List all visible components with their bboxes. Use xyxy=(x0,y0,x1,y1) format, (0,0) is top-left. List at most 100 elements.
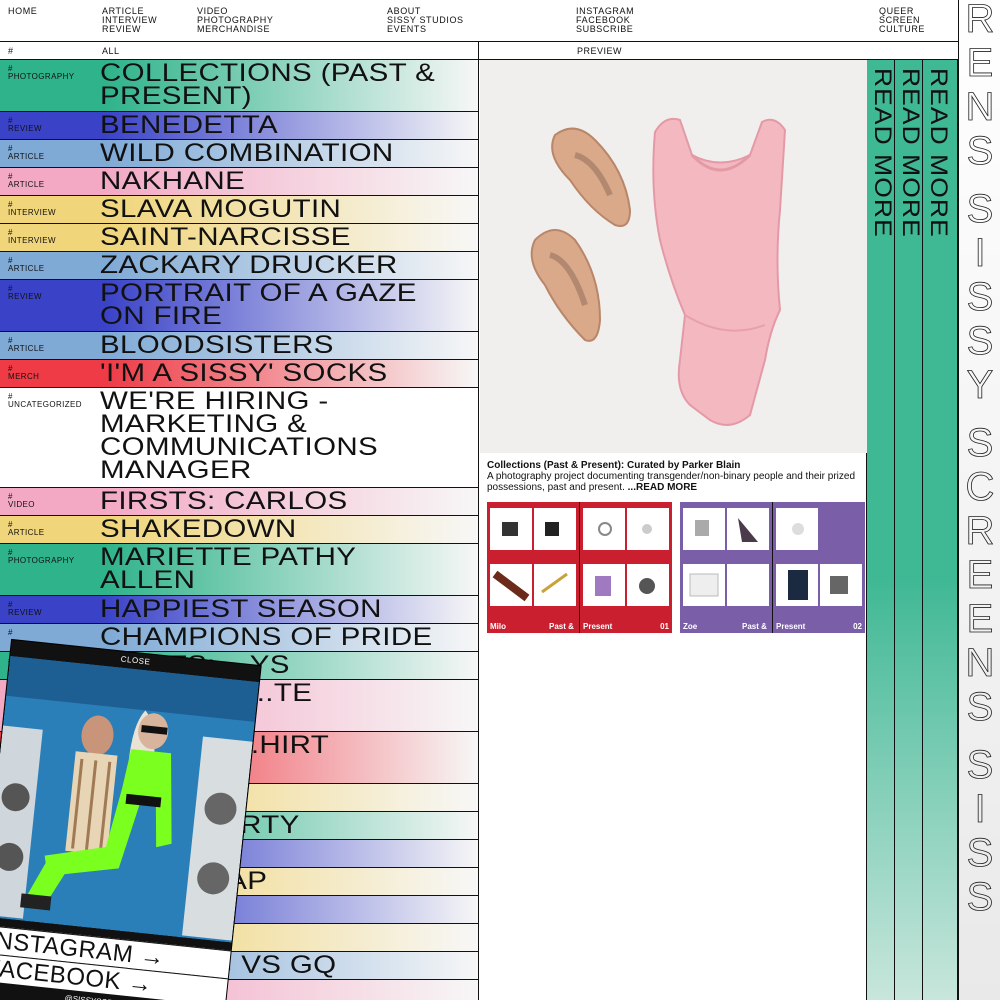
zine-milo-footer: Milo Past & Present 01 xyxy=(487,621,672,633)
strip-letter: Y xyxy=(967,363,994,407)
list-item[interactable]: # Photography Collections (Past & Present) xyxy=(0,60,478,112)
list-item[interactable]: # Article Wild Combination xyxy=(0,140,478,168)
nav-col-home: Home xyxy=(8,7,37,16)
category-label: Video xyxy=(8,500,35,509)
list-item[interactable]: # Interview Slava Mogutin xyxy=(0,196,478,224)
list-item-title: Bloodsisters xyxy=(100,332,334,359)
social-popup: CLOSE Instagram → Facebook → @SISSYSCR xyxy=(0,640,261,1000)
strip-letter: E xyxy=(967,41,994,85)
list-item-category: # Review xyxy=(8,601,42,617)
zine-zoe-name: Zoe xyxy=(683,622,698,631)
preview-label: Preview xyxy=(577,46,623,56)
nav-link-home[interactable]: Home xyxy=(8,7,37,16)
category-label: Interview xyxy=(8,208,56,217)
list-item-title: Zackary Drucker xyxy=(100,252,398,279)
nav-col-social: Instagram Facebook Subscribe xyxy=(576,7,634,34)
list-item-title: Collections (Past & Present) xyxy=(100,60,436,110)
list-item[interactable]: # Uncategorized We're Hiring - Marketing &… xyxy=(0,388,478,488)
list-item[interactable]: # Article Nakhane xyxy=(0,168,478,196)
category-label: Merch xyxy=(8,372,40,381)
list-item-category: # xyxy=(8,629,13,637)
strip-letter: S xyxy=(967,275,994,319)
list-item[interactable]: # Article Bloodsisters xyxy=(0,332,478,360)
preview-panel: Collections (Past & Present): Curated by… xyxy=(480,60,867,1000)
nav-link-merchandise[interactable]: Merchandise xyxy=(197,25,273,34)
list-item[interactable]: # Article Zackary Drucker xyxy=(0,252,478,280)
strip-letter: I xyxy=(974,787,985,831)
read-more-column-3[interactable]: Read More xyxy=(923,60,958,1000)
list-item[interactable]: # Video Firsts: Carlos xyxy=(0,488,478,516)
zine-spread-zoe-image xyxy=(683,502,862,633)
category-label: Review xyxy=(8,124,42,133)
strip-letter: S xyxy=(967,187,994,231)
zine-zoe-right: Present xyxy=(776,622,806,631)
preview-photo[interactable] xyxy=(480,60,867,453)
zine-thumbnail-milo[interactable] xyxy=(487,502,672,633)
strip-letter: S xyxy=(967,319,994,363)
nav-link-events[interactable]: Events xyxy=(387,25,464,34)
nav-col-tagline: Queer Screen Culture xyxy=(879,7,958,34)
read-more-label-3: Read More xyxy=(925,68,952,238)
list-item[interactable]: # Interview Saint-Narcisse xyxy=(0,224,478,252)
category-label: Article xyxy=(8,528,45,537)
read-more-label-2: Read More xyxy=(897,68,924,238)
nav-link-review[interactable]: Review xyxy=(102,25,157,34)
category-label: Uncategorized xyxy=(8,400,82,409)
category-label: Photography xyxy=(8,556,75,565)
list-item[interactable]: # Merch 'I'm a Sissy' Socks xyxy=(0,360,478,388)
list-item-category: # Interview xyxy=(8,201,56,217)
list-item[interactable]: # Photography Mariette Pathy Allen xyxy=(0,544,478,596)
strip-letter: R xyxy=(966,509,995,553)
filter-all[interactable]: All xyxy=(102,46,120,56)
hash-label: # xyxy=(8,46,14,56)
list-item-category: # Merch xyxy=(8,365,39,381)
list-header: # All Preview xyxy=(0,42,958,60)
list-item-category: #Article xyxy=(8,145,44,161)
preview-caption: Collections (Past & Present): Curated by… xyxy=(487,460,867,493)
list-item-category: # Interview xyxy=(8,229,56,245)
top-nav: Home Article Interview Review Video Phot… xyxy=(0,0,958,42)
list-item-category: #Article xyxy=(8,521,44,537)
list-item-title: We're Hiring - Marketing & Communication… xyxy=(100,388,379,484)
strip-letter: S xyxy=(967,875,994,919)
list-item-title: Benedetta xyxy=(100,112,279,139)
tagline-line-2: Culture xyxy=(879,24,926,34)
zine-thumbnail-zoe[interactable] xyxy=(680,502,865,633)
leotard-and-ballet-shoes-image xyxy=(480,60,867,453)
list-item[interactable]: # Review Happiest Season xyxy=(0,596,478,624)
strip-letter: N xyxy=(966,85,995,129)
list-item-category: # Uncategorized xyxy=(8,393,82,409)
list-item-category: # Video xyxy=(8,493,35,509)
strip-letter: I xyxy=(974,231,985,275)
caption-title: Collections (Past & Present): Curated by… xyxy=(487,460,741,471)
strip-letter: R xyxy=(966,0,995,41)
category-label: Article xyxy=(8,152,45,161)
category-hash: # xyxy=(8,628,13,637)
zine-milo-name: Milo xyxy=(490,622,506,631)
strip-letter: E xyxy=(967,553,994,597)
list-item-category: #Article xyxy=(8,257,44,273)
strip-letter: S xyxy=(967,421,994,465)
list-item-category: #Article xyxy=(8,337,44,353)
list-item-title: 'I'm a Sissy' Socks xyxy=(100,360,388,387)
category-label: Article xyxy=(8,180,45,189)
header-divider xyxy=(478,42,479,60)
nav-link-subscribe[interactable]: Subscribe xyxy=(576,25,634,34)
nav-col-content: Article Interview Review xyxy=(102,7,157,34)
list-item-category: # Photography xyxy=(8,65,75,81)
strip-letter: E xyxy=(967,597,994,641)
list-item[interactable]: # Review Portrait of a Gaze on Fire xyxy=(0,280,478,332)
strip-letter: C xyxy=(966,465,995,509)
brand-strip-lettering: RENS SISSY SCREENS SISS xyxy=(965,0,995,919)
brand-strip: RENS SISSY SCREENS SISS xyxy=(958,0,1000,1000)
strip-letter: S xyxy=(967,685,994,729)
list-item-title: Portrait of a Gaze on Fire xyxy=(100,280,417,330)
read-more-column-2[interactable]: Read More xyxy=(895,60,924,1000)
list-item[interactable]: # Review Benedetta xyxy=(0,112,478,140)
list-item[interactable]: # Article Shakedown xyxy=(0,516,478,544)
read-more-column-1[interactable]: Read More xyxy=(867,60,896,1000)
category-label: Review xyxy=(8,608,42,617)
list-item-title: Champions of Pride xyxy=(100,624,433,651)
caption-read-more-link[interactable]: ...READ MORE xyxy=(628,482,697,493)
list-item-title: Mariette Pathy Allen xyxy=(100,544,356,594)
